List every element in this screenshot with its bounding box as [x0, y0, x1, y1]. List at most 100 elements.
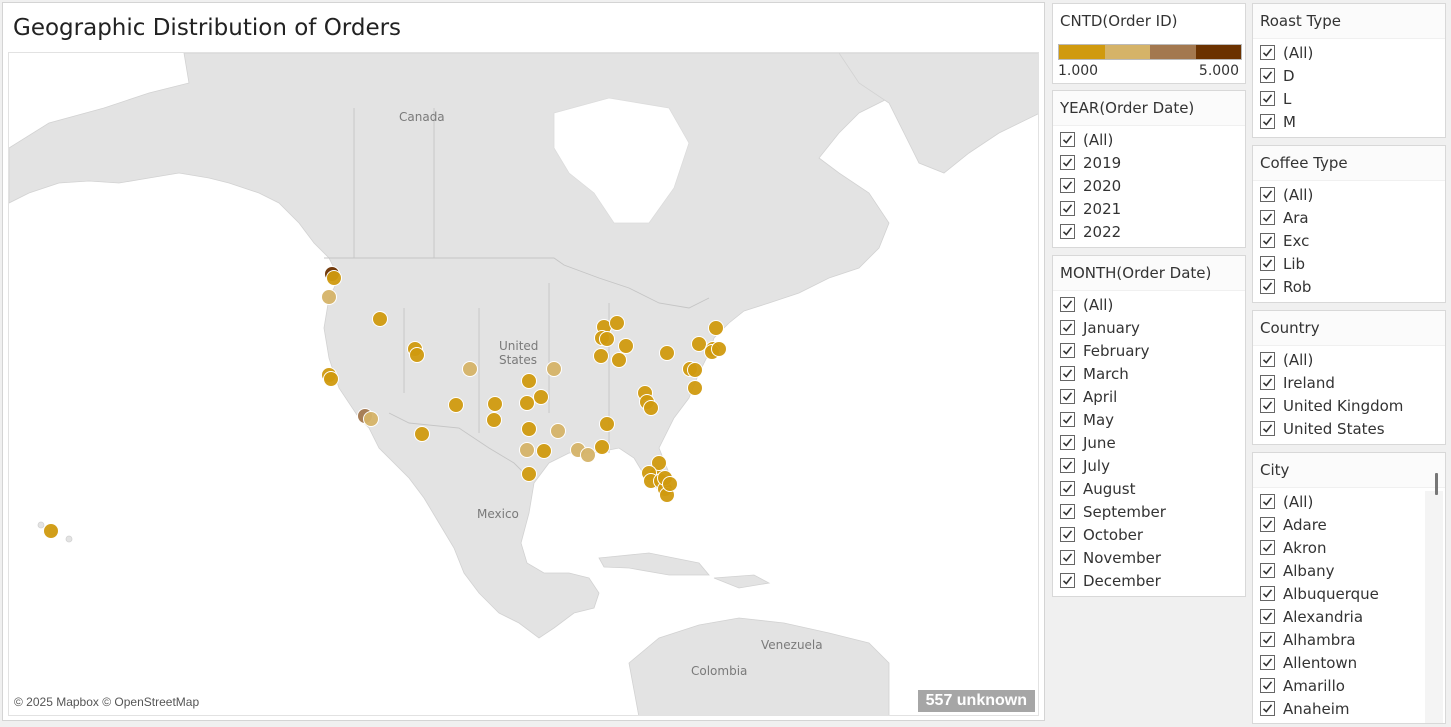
order-point[interactable] — [691, 336, 707, 352]
order-point[interactable] — [599, 416, 615, 432]
roast-option-m[interactable]: M — [1253, 110, 1445, 133]
city-option-all[interactable]: (All) — [1253, 490, 1445, 513]
checkbox-checked-icon[interactable] — [1260, 398, 1275, 413]
checkbox-checked-icon[interactable] — [1260, 540, 1275, 555]
month-option-all[interactable]: (All) — [1053, 293, 1245, 316]
city-option-akron[interactable]: Akron — [1253, 536, 1445, 559]
order-point[interactable] — [611, 352, 627, 368]
checkbox-checked-icon[interactable] — [1060, 132, 1075, 147]
country-option-united-states[interactable]: United States — [1253, 417, 1445, 440]
checkbox-checked-icon[interactable] — [1060, 412, 1075, 427]
checkbox-checked-icon[interactable] — [1260, 256, 1275, 271]
checkbox-checked-icon[interactable] — [1060, 504, 1075, 519]
checkbox-checked-icon[interactable] — [1260, 563, 1275, 578]
checkbox-checked-icon[interactable] — [1060, 458, 1075, 473]
coffee-option-rob[interactable]: Rob — [1253, 275, 1445, 298]
coffee-option-lib[interactable]: Lib — [1253, 252, 1445, 275]
checkbox-checked-icon[interactable] — [1060, 550, 1075, 565]
country-option-all[interactable]: (All) — [1253, 348, 1445, 371]
order-point[interactable] — [687, 380, 703, 396]
checkbox-checked-icon[interactable] — [1260, 45, 1275, 60]
city-option-alhambra[interactable]: Alhambra — [1253, 628, 1445, 651]
year-option-2020[interactable]: 2020 — [1053, 174, 1245, 197]
order-point[interactable] — [363, 411, 379, 427]
order-point[interactable] — [321, 289, 337, 305]
city-list-scrollbar[interactable] — [1425, 491, 1443, 723]
month-option-may[interactable]: May — [1053, 408, 1245, 431]
checkbox-checked-icon[interactable] — [1060, 155, 1075, 170]
checkbox-checked-icon[interactable] — [1260, 68, 1275, 83]
city-option-albany[interactable]: Albany — [1253, 559, 1445, 582]
city-list-scroll-thumb[interactable] — [1435, 473, 1438, 495]
month-option-april[interactable]: April — [1053, 385, 1245, 408]
map-canvas[interactable]: Canada United States Mexico Venezuela Co… — [9, 53, 1039, 716]
checkbox-checked-icon[interactable] — [1260, 701, 1275, 716]
checkbox-checked-icon[interactable] — [1260, 114, 1275, 129]
order-point[interactable] — [521, 421, 537, 437]
order-point[interactable] — [409, 347, 425, 363]
order-point[interactable] — [462, 361, 478, 377]
city-option-allentown[interactable]: Allentown — [1253, 651, 1445, 674]
coffee-option-exc[interactable]: Exc — [1253, 229, 1445, 252]
year-option-2019[interactable]: 2019 — [1053, 151, 1245, 174]
checkbox-checked-icon[interactable] — [1260, 279, 1275, 294]
checkbox-checked-icon[interactable] — [1060, 527, 1075, 542]
checkbox-checked-icon[interactable] — [1260, 352, 1275, 367]
order-point[interactable] — [43, 523, 59, 539]
checkbox-checked-icon[interactable] — [1260, 210, 1275, 225]
roast-option-all[interactable]: (All) — [1253, 41, 1445, 64]
order-point[interactable] — [521, 466, 537, 482]
year-option-all[interactable]: (All) — [1053, 128, 1245, 151]
coffee-option-all[interactable]: (All) — [1253, 183, 1445, 206]
country-option-ireland[interactable]: Ireland — [1253, 371, 1445, 394]
year-option-2022[interactable]: 2022 — [1053, 220, 1245, 243]
checkbox-checked-icon[interactable] — [1060, 573, 1075, 588]
order-point[interactable] — [594, 439, 610, 455]
order-point[interactable] — [448, 397, 464, 413]
checkbox-checked-icon[interactable] — [1060, 366, 1075, 381]
city-option-alexandria[interactable]: Alexandria — [1253, 605, 1445, 628]
checkbox-checked-icon[interactable] — [1060, 320, 1075, 335]
order-point[interactable] — [711, 341, 727, 357]
checkbox-checked-icon[interactable] — [1260, 517, 1275, 532]
month-option-january[interactable]: January — [1053, 316, 1245, 339]
roast-option-l[interactable]: L — [1253, 87, 1445, 110]
order-point[interactable] — [550, 423, 566, 439]
unknown-locations-badge[interactable]: 557 unknown — [917, 690, 1035, 712]
order-point[interactable] — [687, 362, 703, 378]
checkbox-checked-icon[interactable] — [1260, 187, 1275, 202]
checkbox-checked-icon[interactable] — [1260, 233, 1275, 248]
month-option-september[interactable]: September — [1053, 500, 1245, 523]
order-point[interactable] — [580, 447, 596, 463]
order-point[interactable] — [414, 426, 430, 442]
month-option-march[interactable]: March — [1053, 362, 1245, 385]
order-point[interactable] — [593, 348, 609, 364]
order-point[interactable] — [487, 396, 503, 412]
month-option-june[interactable]: June — [1053, 431, 1245, 454]
month-option-july[interactable]: July — [1053, 454, 1245, 477]
checkbox-checked-icon[interactable] — [1060, 201, 1075, 216]
checkbox-checked-icon[interactable] — [1260, 375, 1275, 390]
checkbox-checked-icon[interactable] — [1060, 224, 1075, 239]
checkbox-checked-icon[interactable] — [1260, 494, 1275, 509]
month-option-august[interactable]: August — [1053, 477, 1245, 500]
checkbox-checked-icon[interactable] — [1060, 481, 1075, 496]
order-point[interactable] — [372, 311, 388, 327]
year-option-2021[interactable]: 2021 — [1053, 197, 1245, 220]
month-option-october[interactable]: October — [1053, 523, 1245, 546]
order-point[interactable] — [546, 361, 562, 377]
city-option-amarillo[interactable]: Amarillo — [1253, 674, 1445, 697]
checkbox-checked-icon[interactable] — [1060, 178, 1075, 193]
checkbox-checked-icon[interactable] — [1260, 91, 1275, 106]
order-point[interactable] — [536, 443, 552, 459]
order-point[interactable] — [618, 338, 634, 354]
checkbox-checked-icon[interactable] — [1060, 435, 1075, 450]
month-option-december[interactable]: December — [1053, 569, 1245, 592]
month-option-february[interactable]: February — [1053, 339, 1245, 362]
roast-option-d[interactable]: D — [1253, 64, 1445, 87]
checkbox-checked-icon[interactable] — [1260, 655, 1275, 670]
order-point[interactable] — [521, 373, 537, 389]
order-point[interactable] — [519, 442, 535, 458]
order-point[interactable] — [599, 331, 615, 347]
map-area[interactable]: Canada United States Mexico Venezuela Co… — [8, 52, 1039, 716]
